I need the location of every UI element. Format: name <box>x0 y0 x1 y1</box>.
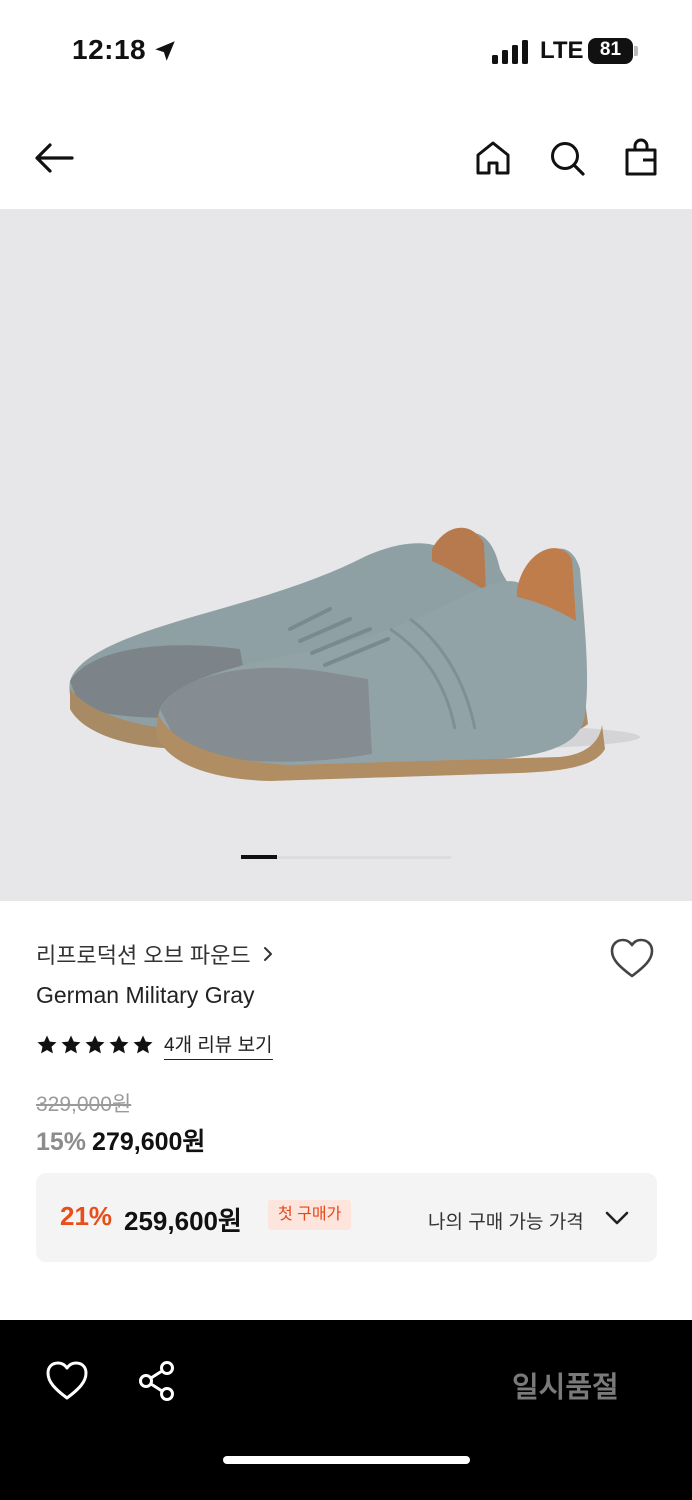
home-button[interactable] <box>469 134 517 182</box>
wishlist-bottom-button[interactable] <box>44 1358 90 1404</box>
shopping-bag-icon <box>625 138 657 176</box>
image-pager <box>241 855 451 859</box>
status-bar: 12:18 LTE 81 <box>0 0 692 100</box>
home-indicator <box>223 1456 470 1464</box>
heart-icon <box>46 1361 88 1400</box>
brand-name: 리프로덕션 오브 파운드 <box>36 943 251 968</box>
star-icon <box>61 1035 81 1054</box>
network-type: LTE <box>540 37 584 64</box>
battery-percent: 81 <box>599 39 622 60</box>
chevron-down-icon <box>605 1211 629 1225</box>
my-price-dropdown[interactable]: 21% 259,600원 첫 구매가 나의 구매 가능 가격 <box>36 1173 657 1262</box>
cart-button[interactable] <box>617 134 665 182</box>
location-arrow-icon <box>155 41 175 61</box>
benefit-price: 259,600원 <box>124 1206 242 1236</box>
discount-rate: 15% <box>36 1128 87 1156</box>
top-nav <box>0 120 692 196</box>
battery-icon: 81 <box>588 38 638 64</box>
arrow-left-icon <box>35 143 74 173</box>
status-time: 12:18 <box>72 34 147 65</box>
home-icon <box>476 141 510 175</box>
wishlist-button[interactable] <box>608 936 656 980</box>
price-row: 15% 279,600원 <box>36 1122 205 1158</box>
product-photo[interactable] <box>0 209 692 901</box>
share-icon <box>139 1361 174 1401</box>
search-icon <box>551 142 585 176</box>
heart-icon <box>610 938 654 978</box>
product-gallery[interactable] <box>0 209 692 901</box>
battery-nub <box>634 46 638 56</box>
bottom-action-bar: 일시품절 <box>0 1320 692 1500</box>
star-icon <box>85 1035 105 1054</box>
star-icon <box>109 1035 129 1054</box>
share-button[interactable] <box>134 1358 180 1404</box>
back-button[interactable] <box>30 134 78 182</box>
first-purchase-badge: 첫 구매가 <box>268 1200 352 1230</box>
star-icon <box>37 1035 57 1054</box>
my-price-label: 나의 구매 가능 가격 <box>428 1212 584 1233</box>
rating-stars <box>36 1034 154 1056</box>
original-price: 329,000원 <box>36 1093 132 1116</box>
star-icon <box>133 1035 153 1054</box>
brand-link[interactable]: 리프로덕션 오브 파운드 <box>36 938 275 970</box>
rating-row: 4개 리뷰 보기 <box>36 1030 273 1060</box>
review-link[interactable]: 4개 리뷰 보기 <box>164 1030 273 1060</box>
search-button[interactable] <box>543 134 591 182</box>
sale-price: 279,600원 <box>92 1128 206 1156</box>
chevron-right-icon <box>263 947 272 961</box>
benefit-discount-rate: 21% <box>60 1201 113 1231</box>
image-pager-active <box>241 855 277 859</box>
sold-out-status: 일시품절 <box>512 1372 619 1404</box>
product-name: German Military Gray <box>36 982 255 1008</box>
cellular-signal-icon <box>492 40 528 64</box>
